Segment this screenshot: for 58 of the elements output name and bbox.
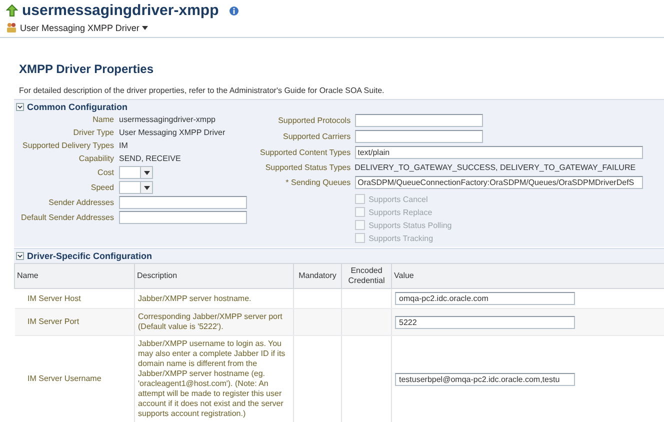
checkbox-label: Supports Replace — [368, 208, 432, 216]
section-header[interactable]: Common Configuration — [14, 100, 664, 114]
field-label: * Sending Queues — [284, 177, 351, 188]
field-value: User Messaging XMPP Driver — [119, 127, 226, 138]
target-menu[interactable]: User Messaging XMPP Driver — [6, 22, 658, 33]
caret-icon — [142, 26, 148, 30]
input-field[interactable] — [119, 211, 247, 224]
field-value: usermessagingdriver-xmpp — [119, 114, 216, 125]
column-header: Value — [392, 264, 664, 288]
page-title: usermessagingdriver-xmpp — [22, 2, 219, 19]
section-header[interactable]: Driver-Specific Configuration — [14, 249, 664, 263]
input-field[interactable]: 5222 — [395, 316, 575, 328]
collapse-icon[interactable] — [16, 103, 24, 111]
people-icon — [6, 22, 17, 33]
field-value: SEND, RECEIVE — [119, 153, 182, 164]
dropdown-field[interactable] — [119, 181, 153, 194]
field-label: Supported Carriers — [282, 131, 351, 142]
input-field[interactable]: omqa-pc2.idc.oracle.com — [395, 292, 575, 305]
input-field[interactable] — [354, 114, 483, 127]
property-description: Jabber/XMPP username to login as. You may also enter a complete Jabber ID if its domain name is different from the Jabber/XMPP server hostname (eg. 'oracleagent1@host.com'). (Note: An attempt will be made to register this user account if it does not exist and the server supports account registration.) — [138, 339, 286, 419]
property-description: Jabber/XMPP server hostname. — [138, 294, 252, 304]
caret-icon — [144, 186, 150, 190]
column-header: Name — [14, 264, 134, 288]
column-header: Description — [134, 264, 294, 288]
field-label: Sender Addresses — [48, 197, 114, 208]
field-label: Speed — [90, 182, 114, 193]
field-value: DELIVERY_TO_GATEWAY_SUCCESS, DELIVERY_TO_GATEWAY_FAILURE — [354, 162, 637, 173]
field-label: Supported Status Types — [264, 162, 351, 173]
field-label: Default Sender Addresses — [20, 212, 114, 223]
column-header: Mandatory — [294, 264, 342, 288]
field-label: Name — [92, 114, 114, 125]
collapse-icon[interactable] — [16, 252, 24, 260]
field-label: Capability — [78, 153, 114, 164]
field-label: Cost — [96, 167, 114, 178]
input-field[interactable]: text/plain — [354, 146, 643, 159]
input-field[interactable]: testuserbpel@omqa-pc2.idc.oracle.com,testu — [395, 372, 575, 386]
input-field[interactable]: OraSDPM/QueueConnectionFactory:OraSDPM/Queues/OraSDPMDriverDefS — [354, 176, 643, 189]
field-label: Supported Protocols — [277, 115, 351, 126]
property-name: IM Server Port — [26, 317, 80, 326]
field-label: Supported Content Types — [260, 147, 351, 158]
field-label: Driver Type — [72, 127, 114, 138]
section-heading: XMPP Driver Properties — [19, 62, 155, 76]
checkbox-label: Supports Cancel — [368, 194, 428, 204]
description-text: For detailed description of the driver properties, refer to the Administrator's Guide for Oracle SOA Suite. — [19, 86, 386, 95]
field-label: Supported Delivery Types — [22, 140, 114, 151]
input-field[interactable] — [354, 130, 483, 143]
property-name: IM Server Username — [26, 374, 102, 383]
property-description: Corresponding Jabber/XMPP server port (Default value is '5222'). — [138, 312, 284, 332]
dropdown-field[interactable] — [119, 166, 153, 179]
info-icon[interactable] — [228, 6, 239, 16]
column-header: Encoded Credential — [342, 264, 392, 288]
property-name: IM Server Host — [26, 294, 81, 302]
field-value: IM — [119, 140, 129, 151]
checkbox-label: Supports Tracking — [368, 234, 434, 242]
caret-icon — [144, 170, 150, 174]
up-arrow-icon — [6, 4, 18, 17]
checkbox-label: Supports Status Polling — [368, 220, 452, 230]
input-field[interactable] — [119, 196, 247, 209]
